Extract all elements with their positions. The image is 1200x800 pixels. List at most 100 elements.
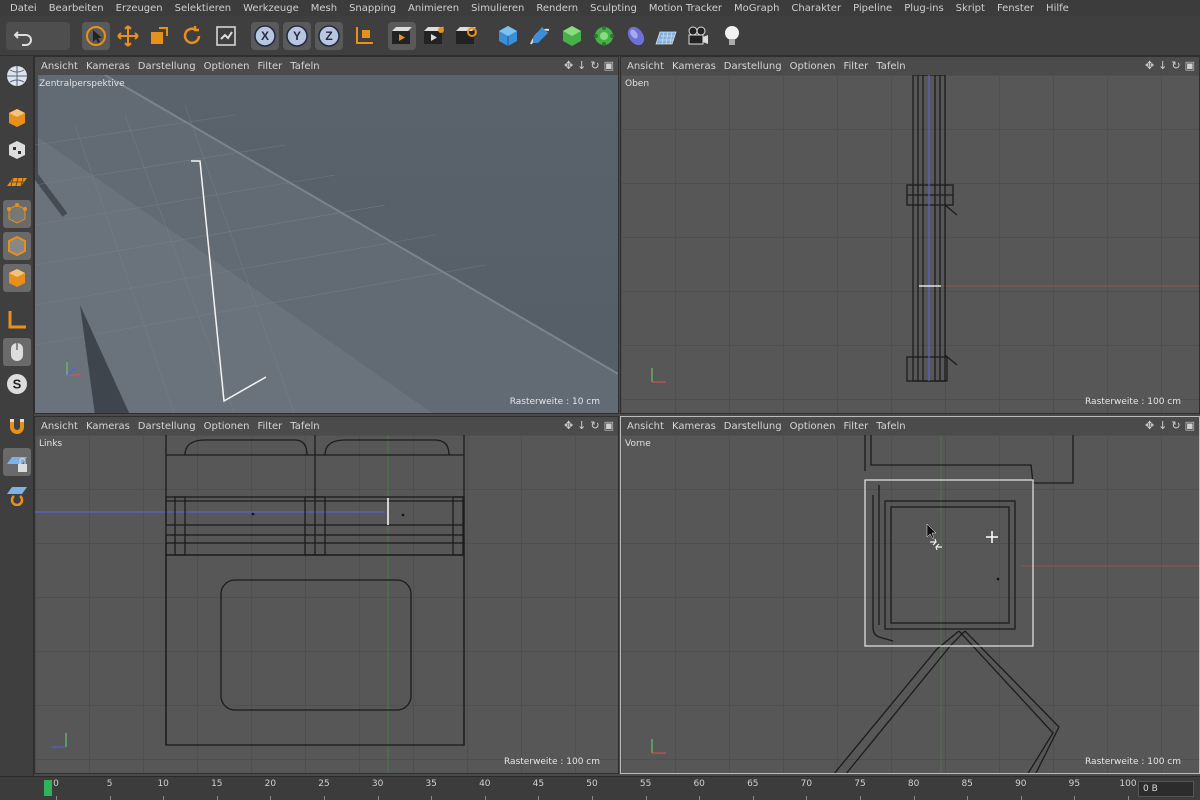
pan-icon[interactable]: ✥ xyxy=(564,59,573,72)
viewport-menu-kameras[interactable]: Kameras xyxy=(672,421,724,432)
viewport-menu-filter[interactable]: Filter xyxy=(257,61,290,72)
edges-mode-button[interactable] xyxy=(3,232,31,260)
viewport-menu-filter[interactable]: Filter xyxy=(843,61,876,72)
snapping-grid-button[interactable] xyxy=(3,480,31,508)
y-axis-lock-button[interactable]: Y xyxy=(283,22,311,50)
menu-simulieren[interactable]: Simulieren xyxy=(465,3,530,14)
render-settings-button[interactable] xyxy=(452,22,480,50)
solo-button[interactable]: S xyxy=(3,370,31,398)
viewport-front[interactable]: Ansicht Kameras Darstellung Optionen Filter T… xyxy=(620,416,1200,774)
current-frame-field[interactable]: 0 B xyxy=(1138,781,1194,797)
axis-button[interactable] xyxy=(3,306,31,334)
viewport-menu-filter[interactable]: Filter xyxy=(257,421,290,432)
live-selection-button[interactable] xyxy=(82,22,110,50)
viewport-menu-ansicht[interactable]: Ansicht xyxy=(627,421,672,432)
viewport-menu-kameras[interactable]: Kameras xyxy=(672,61,724,72)
recent-tools-button[interactable] xyxy=(212,22,240,50)
maximize-view-icon[interactable]: ▣ xyxy=(1185,59,1195,72)
polygons-mode-button[interactable] xyxy=(3,264,31,292)
render-view-button[interactable] xyxy=(388,22,416,50)
pan-icon[interactable]: ✥ xyxy=(564,419,573,432)
viewport-menu-filter[interactable]: Filter xyxy=(843,421,876,432)
viewport-left[interactable]: Ansicht Kameras Darstellung Optionen Filter T… xyxy=(34,416,619,774)
light-button[interactable] xyxy=(718,22,746,50)
menu-snapping[interactable]: Snapping xyxy=(343,3,402,14)
rotate-view-icon[interactable]: ↻ xyxy=(1171,419,1180,432)
pan-icon[interactable]: ✥ xyxy=(1145,419,1154,432)
maximize-view-icon[interactable]: ▣ xyxy=(604,59,614,72)
menu-datei[interactable]: Datei xyxy=(4,3,43,14)
render-to-picture-viewer-button[interactable] xyxy=(420,22,448,50)
viewport-perspective[interactable]: Ansicht Kameras Darstellung Optionen Filter T… xyxy=(34,56,619,414)
scale-button[interactable] xyxy=(145,22,173,50)
points-mode-button[interactable] xyxy=(3,200,31,228)
menu-pipeline[interactable]: Pipeline xyxy=(847,3,898,14)
menu-fenster[interactable]: Fenster xyxy=(991,3,1040,14)
menu-sculpting[interactable]: Sculpting xyxy=(584,3,643,14)
viewport-menu-darstellung[interactable]: Darstellung xyxy=(138,421,204,432)
globe-button[interactable] xyxy=(3,62,31,90)
viewport-menu-kameras[interactable]: Kameras xyxy=(86,61,138,72)
viewport-menu-tafeln[interactable]: Tafeln xyxy=(876,421,913,432)
viewport-menu-darstellung[interactable]: Darstellung xyxy=(724,421,790,432)
menu-skript[interactable]: Skript xyxy=(950,3,991,14)
menu-werkzeuge[interactable]: Werkzeuge xyxy=(237,3,305,14)
maximize-view-icon[interactable]: ▣ xyxy=(1185,419,1195,432)
viewport-menu-ansicht[interactable]: Ansicht xyxy=(41,421,86,432)
viewport-menu-ansicht[interactable]: Ansicht xyxy=(41,61,86,72)
workplane-button[interactable] xyxy=(3,168,31,196)
maximize-view-icon[interactable]: ▣ xyxy=(604,419,614,432)
menu-rendern[interactable]: Rendern xyxy=(530,3,584,14)
lock-workplane-button[interactable] xyxy=(3,448,31,476)
x-axis-lock-button[interactable]: X xyxy=(251,22,279,50)
deformer-button[interactable] xyxy=(622,22,650,50)
dolly-icon[interactable]: ↓ xyxy=(1158,59,1167,72)
texture-mode-button[interactable] xyxy=(3,136,31,164)
viewport-menu-optionen[interactable]: Optionen xyxy=(204,61,258,72)
playhead[interactable] xyxy=(44,780,52,796)
subdivision-surface-button[interactable] xyxy=(558,22,586,50)
menu-charakter[interactable]: Charakter xyxy=(785,3,847,14)
pan-icon[interactable]: ✥ xyxy=(1145,59,1154,72)
menu-animieren[interactable]: Animieren xyxy=(402,3,465,14)
dolly-icon[interactable]: ↓ xyxy=(577,419,586,432)
menu-hilfe[interactable]: Hilfe xyxy=(1040,3,1075,14)
menu-erzeugen[interactable]: Erzeugen xyxy=(110,3,169,14)
magnet-button[interactable] xyxy=(3,412,31,440)
viewport-menu-optionen[interactable]: Optionen xyxy=(790,61,844,72)
viewport-menu-darstellung[interactable]: Darstellung xyxy=(724,61,790,72)
rotate-view-icon[interactable]: ↻ xyxy=(590,419,599,432)
viewport-menu-tafeln[interactable]: Tafeln xyxy=(290,61,327,72)
z-axis-lock-button[interactable]: Z xyxy=(315,22,343,50)
cloner-button[interactable] xyxy=(590,22,618,50)
camera-button[interactable] xyxy=(684,22,712,50)
viewport-menu-darstellung[interactable]: Darstellung xyxy=(138,61,204,72)
coordinate-system-button[interactable] xyxy=(350,22,378,50)
viewport-menu-optionen[interactable]: Optionen xyxy=(790,421,844,432)
menu-bearbeiten[interactable]: Bearbeiten xyxy=(43,3,110,14)
undo-button[interactable] xyxy=(6,22,70,50)
timeline[interactable]: 0 5 10 15 20 25 30 35 40 45 50 55 60 65 70 75 80 85 90 95 10… xyxy=(0,776,1200,800)
dolly-icon[interactable]: ↓ xyxy=(1158,419,1167,432)
menu-plug-ins[interactable]: Plug-ins xyxy=(898,3,949,14)
pen-spline-button[interactable] xyxy=(526,22,554,50)
menu-selektieren[interactable]: Selektieren xyxy=(169,3,237,14)
floor-button[interactable] xyxy=(652,22,680,50)
rotate-view-icon[interactable]: ↻ xyxy=(1171,59,1180,72)
rotate-button[interactable] xyxy=(178,22,206,50)
viewport-menu-kameras[interactable]: Kameras xyxy=(86,421,138,432)
viewport-menu-ansicht[interactable]: Ansicht xyxy=(627,61,672,72)
menu-motion-tracker[interactable]: Motion Tracker xyxy=(643,3,728,14)
frame-ruler[interactable]: 0 5 10 15 20 25 30 35 40 45 50 55 60 65 70 75 80 85 90 95 10… xyxy=(40,777,1137,800)
viewport-top[interactable]: Ansicht Kameras Darstellung Optionen Filter T… xyxy=(620,56,1200,414)
menu-mesh[interactable]: Mesh xyxy=(305,3,343,14)
dolly-icon[interactable]: ↓ xyxy=(577,59,586,72)
viewport-menu-tafeln[interactable]: Tafeln xyxy=(876,61,913,72)
cube-button[interactable] xyxy=(494,22,522,50)
menu-mograph[interactable]: MoGraph xyxy=(728,3,785,14)
model-mode-button[interactable] xyxy=(3,104,31,132)
rotate-view-icon[interactable]: ↻ xyxy=(590,59,599,72)
move-button[interactable] xyxy=(114,22,142,50)
viewport-menu-tafeln[interactable]: Tafeln xyxy=(290,421,327,432)
viewport-menu-optionen[interactable]: Optionen xyxy=(204,421,258,432)
